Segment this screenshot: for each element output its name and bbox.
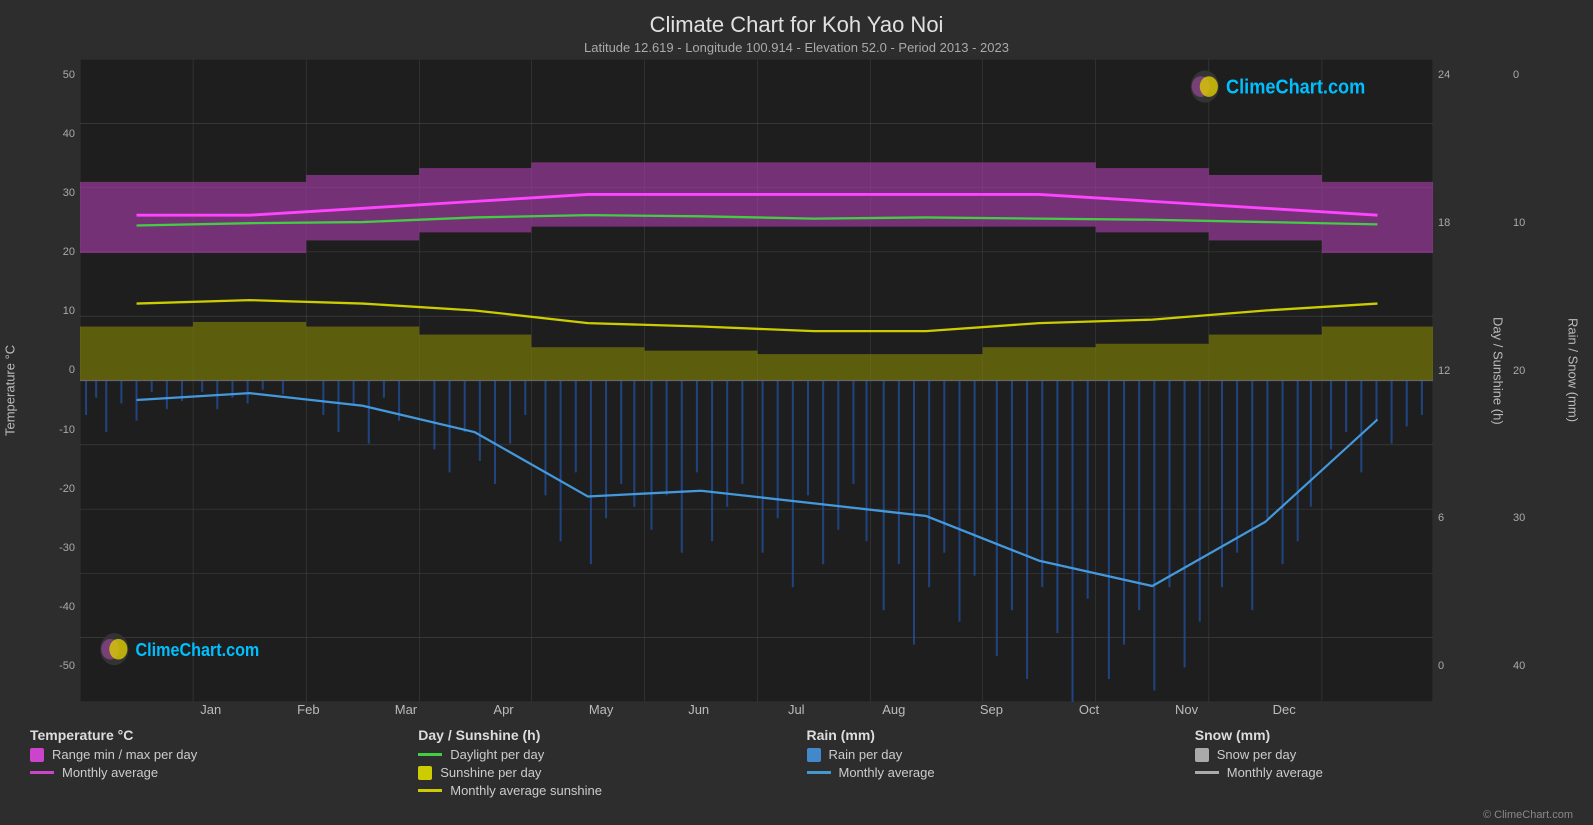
legend-sunshine-avg: Monthly average sunshine bbox=[418, 783, 786, 798]
chart-title: Climate Chart for Koh Yao Noi bbox=[0, 12, 1593, 38]
legend-rain-avg: Monthly average bbox=[807, 765, 1175, 780]
x-label-oct: Oct bbox=[1040, 702, 1138, 717]
temp-range-label: Range min / max per day bbox=[52, 747, 197, 762]
y-axis-left: 50 40 30 20 10 0 -10 -20 -30 -40 -50 bbox=[20, 59, 80, 702]
copyright: © ClimeChart.com bbox=[0, 807, 1593, 825]
y-axis-right1-label: Day / Sunshine (h) bbox=[1488, 59, 1508, 702]
legend-temp-title: Temperature °C bbox=[30, 727, 398, 743]
x-label-feb: Feb bbox=[260, 702, 358, 717]
svg-text:ClimeChart.com: ClimeChart.com bbox=[1226, 75, 1365, 98]
x-axis: Jan Feb Mar Apr May Jun Jul Aug Sep Oct … bbox=[0, 702, 1593, 717]
x-label-may: May bbox=[552, 702, 650, 717]
x-label-apr: Apr bbox=[455, 702, 553, 717]
x-label-dec: Dec bbox=[1235, 702, 1333, 717]
sunshine-bar-label: Sunshine per day bbox=[440, 765, 541, 780]
legend-sunshine-bar: Sunshine per day bbox=[418, 765, 786, 780]
legend-sunshine-title: Day / Sunshine (h) bbox=[418, 727, 786, 743]
temp-range-swatch bbox=[30, 748, 44, 762]
temp-avg-label: Monthly average bbox=[62, 765, 158, 780]
chart-area: Temperature °C 50 40 30 20 10 0 -10 -20 … bbox=[0, 59, 1593, 702]
legend-snow: Snow (mm) Snow per day Monthly average bbox=[1195, 727, 1563, 801]
rain-avg-label: Monthly average bbox=[839, 765, 935, 780]
x-label-mar: Mar bbox=[357, 702, 455, 717]
legend-sunshine: Day / Sunshine (h) Daylight per day Suns… bbox=[418, 727, 786, 801]
daylight-label: Daylight per day bbox=[450, 747, 544, 762]
legend-temp-range: Range min / max per day bbox=[30, 747, 398, 762]
snow-bar-label: Snow per day bbox=[1217, 747, 1297, 762]
x-label-sep: Sep bbox=[943, 702, 1041, 717]
rain-bar-swatch bbox=[807, 748, 821, 762]
snow-avg-label: Monthly average bbox=[1227, 765, 1323, 780]
legend-temp: Temperature °C Range min / max per day M… bbox=[30, 727, 398, 801]
chart-canvas: ClimeChart.com ClimeChart.com bbox=[80, 59, 1433, 702]
rain-avg-swatch bbox=[807, 771, 831, 774]
sunshine-avg-swatch bbox=[418, 789, 442, 792]
y-axis-right2-label: Rain / Snow (mm) bbox=[1563, 59, 1583, 702]
chart-header: Climate Chart for Koh Yao Noi Latitude 1… bbox=[0, 0, 1593, 59]
sunshine-avg-label: Monthly average sunshine bbox=[450, 783, 602, 798]
legend-rain-title: Rain (mm) bbox=[807, 727, 1175, 743]
y-axis-right2: 0 10 20 30 40 bbox=[1508, 59, 1563, 702]
chart-subtitle: Latitude 12.619 - Longitude 100.914 - El… bbox=[0, 40, 1593, 55]
y-axis-right1: 24 18 12 6 0 bbox=[1433, 59, 1488, 702]
x-label-nov: Nov bbox=[1138, 702, 1236, 717]
daylight-swatch bbox=[418, 753, 442, 756]
legend-rain-bar: Rain per day bbox=[807, 747, 1175, 762]
x-label-aug: Aug bbox=[845, 702, 943, 717]
rain-bar-label: Rain per day bbox=[829, 747, 903, 762]
legend-snow-avg: Monthly average bbox=[1195, 765, 1563, 780]
legend-daylight: Daylight per day bbox=[418, 747, 786, 762]
y-axis-left-label: Temperature °C bbox=[0, 59, 20, 702]
page: Climate Chart for Koh Yao Noi Latitude 1… bbox=[0, 0, 1593, 825]
snow-bar-swatch bbox=[1195, 748, 1209, 762]
x-label-jul: Jul bbox=[747, 702, 845, 717]
x-label-jan: Jan bbox=[162, 702, 260, 717]
legend-rain: Rain (mm) Rain per day Monthly average bbox=[807, 727, 1175, 801]
legend-snow-bar: Snow per day bbox=[1195, 747, 1563, 762]
legend-snow-title: Snow (mm) bbox=[1195, 727, 1563, 743]
svg-text:ClimeChart.com: ClimeChart.com bbox=[136, 639, 260, 660]
x-label-jun: Jun bbox=[650, 702, 748, 717]
sunshine-bar-swatch bbox=[418, 766, 432, 780]
snow-avg-swatch bbox=[1195, 771, 1219, 774]
temp-avg-swatch bbox=[30, 771, 54, 774]
legend-temp-avg: Monthly average bbox=[30, 765, 398, 780]
legend: Temperature °C Range min / max per day M… bbox=[0, 717, 1593, 807]
